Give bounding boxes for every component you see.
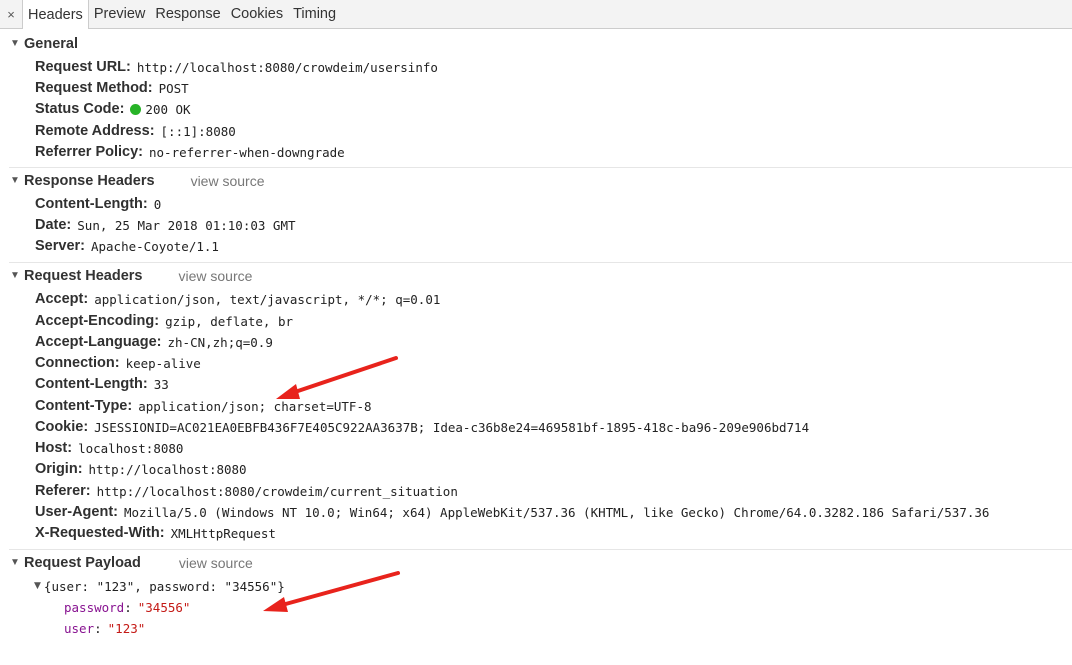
header-value: application/json; charset=UTF-8 [138,398,372,414]
header-row: Request Method: POST [35,78,189,98]
header-row: Content-Length: 33 [35,374,169,394]
header-key: Referer: [35,483,91,499]
property-separator: : [94,620,102,636]
header-key: Server: [35,238,85,254]
close-icon[interactable]: × [0,0,22,28]
header-value: Sun, 25 Mar 2018 01:10:03 GMT [77,217,296,233]
header-value: Apache-Coyote/1.1 [90,238,219,254]
header-row: Accept-Language: zh-CN,zh;q=0.9 [35,332,273,352]
payload-summary-text: {user: "123", password: "34556"} [43,578,285,594]
header-row: Status Code: 200 OK [35,99,191,119]
header-key: Content-Length: [35,376,148,392]
header-row: User-Agent: Mozilla/5.0 (Windows NT 10.0… [35,502,989,522]
header-value: XMLHttpRequest [170,525,276,541]
header-value: no-referrer-when-downgrade [149,144,345,160]
header-row: Origin: http://localhost:8080 [35,459,247,479]
header-value: 33 [153,376,169,392]
header-row: Request URL: http://localhost:8080/crowd… [35,57,438,77]
header-value: POST [158,80,189,96]
triangle-down-icon: ▼ [10,38,20,49]
triangle-down-icon: ▼ [34,581,41,591]
header-row: Server: Apache-Coyote/1.1 [35,236,219,256]
header-row: Host: localhost:8080 [35,438,183,458]
header-value: 0 [153,196,162,212]
triangle-down-icon: ▼ [10,175,20,186]
header-key: Request URL: [35,59,131,75]
section-title: General [24,36,78,52]
header-key: Remote Address: [35,123,155,139]
header-value: Mozilla/5.0 (Windows NT 10.0; Win64; x64… [123,504,990,520]
header-row: Connection: keep-alive [35,353,201,373]
payload-object-summary[interactable]: ▼ {user: "123", password: "34556"} [34,576,285,596]
header-key: Status Code: [35,101,125,117]
header-key: User-Agent: [35,504,118,520]
property-value: "123" [107,620,146,636]
header-value: [::1]:8080 [160,123,236,139]
header-key: Cookie: [35,419,89,435]
section-divider [9,262,1072,263]
header-key: Accept-Encoding: [35,313,160,329]
header-row: Referrer Policy: no-referrer-when-downgr… [35,142,345,162]
payload-property: user : "123" [64,618,145,638]
tab-preview[interactable]: Preview [89,0,151,28]
header-row: Content-Type: application/json; charset=… [35,396,372,416]
header-value: keep-alive [125,355,201,371]
header-key: Content-Type: [35,398,133,414]
header-value: 200 OK [145,101,191,117]
header-value: zh-CN,zh;q=0.9 [167,334,273,350]
property-value: "34556" [137,599,191,615]
header-value: http://localhost:8080/crowdeim/current_s… [96,483,458,499]
header-row: Referer: http://localhost:8080/crowdeim/… [35,481,458,501]
tab-cookies[interactable]: Cookies [226,0,288,28]
header-key: Date: [35,217,72,233]
header-row: Content-Length: 0 [35,194,161,214]
section-divider [9,167,1072,168]
header-key: Content-Length: [35,196,148,212]
section-title: Request Headers [24,268,143,284]
header-value: gzip, deflate, br [165,313,293,329]
header-row: Remote Address: [::1]:8080 [35,121,236,141]
header-key: X-Requested-With: [35,525,165,541]
header-row: Accept: application/json, text/javascrip… [35,289,440,309]
property-key: user [64,620,95,636]
header-value: http://localhost:8080 [88,461,247,477]
section-title: Response Headers [24,173,155,189]
header-key: Origin: [35,461,83,477]
triangle-down-icon: ▼ [10,557,20,568]
tab-bar: × Headers Preview Response Cookies Timin… [0,0,1072,29]
request-payload-section-header[interactable]: ▼ Request Payload view source [0,552,1072,574]
request-headers-section-header[interactable]: ▼ Request Headers view source [0,265,1072,287]
tab-timing[interactable]: Timing [288,0,341,28]
header-key: Accept: [35,291,89,307]
general-section-header[interactable]: ▼ General [0,33,1072,55]
view-source-link[interactable]: view source [191,173,265,189]
section-divider [9,549,1072,550]
header-row: Accept-Encoding: gzip, deflate, br [35,311,293,331]
view-source-link[interactable]: view source [178,268,252,284]
property-key: password [64,599,125,615]
header-row: Date: Sun, 25 Mar 2018 01:10:03 GMT [35,215,296,235]
payload-property: password : "34556" [64,597,190,617]
header-value: application/json, text/javascript, */*; … [94,291,441,307]
header-key: Referrer Policy: [35,144,143,160]
section-title: Request Payload [24,555,141,571]
triangle-down-icon: ▼ [10,270,20,281]
header-key: Host: [35,440,73,456]
header-value: JSESSIONID=AC021EA0EBFB436F7E405C922AA36… [94,419,810,435]
view-source-link[interactable]: view source [179,555,253,571]
header-key: Accept-Language: [35,334,162,350]
tab-response[interactable]: Response [150,0,225,28]
header-row: X-Requested-With: XMLHttpRequest [35,523,276,543]
response-headers-section-header[interactable]: ▼ Response Headers view source [0,170,1072,192]
header-row: Cookie: JSESSIONID=AC021EA0EBFB436F7E405… [35,417,809,437]
tab-headers[interactable]: Headers [22,0,89,29]
property-separator: : [124,599,132,615]
annotation-arrow [276,356,398,399]
status-dot-icon [130,103,142,115]
header-value: http://localhost:8080/crowdeim/usersinfo [136,59,438,75]
header-key: Request Method: [35,80,153,96]
header-key: Connection: [35,355,120,371]
header-value: localhost:8080 [78,440,184,456]
